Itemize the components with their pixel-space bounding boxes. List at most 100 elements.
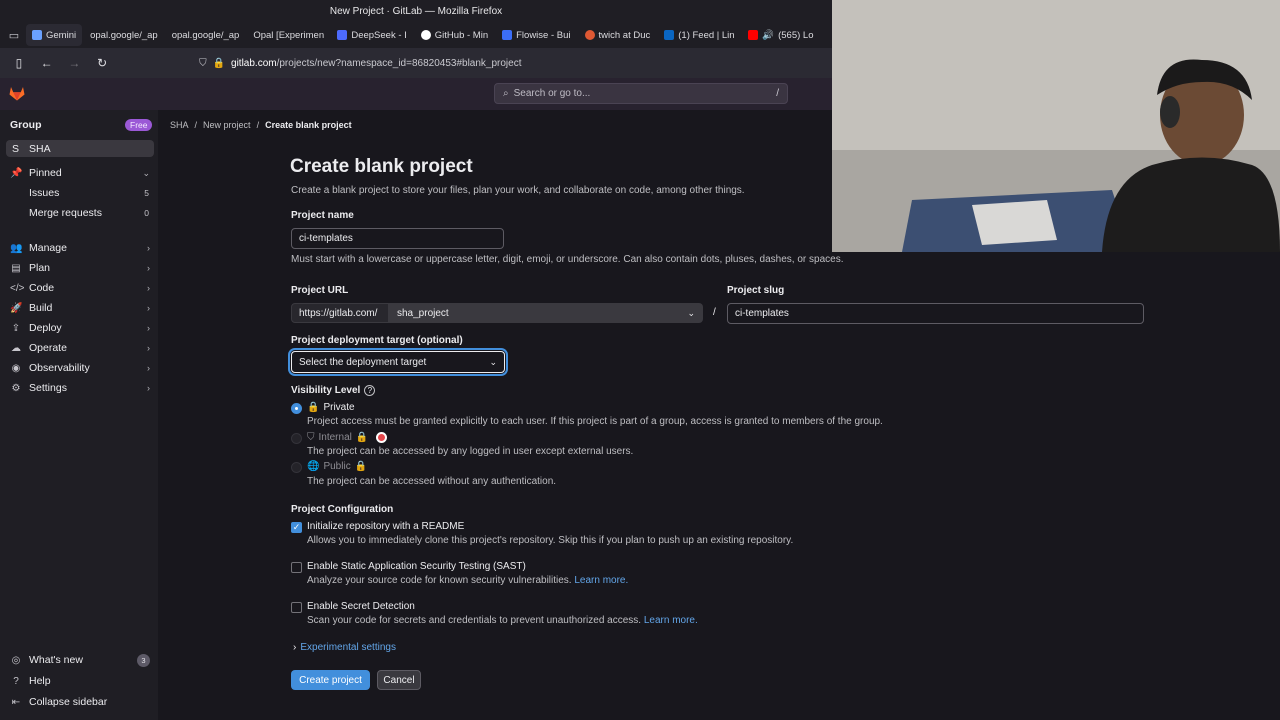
sidebar-item-code[interactable]: </> Code ›	[10, 280, 150, 296]
sast-option[interactable]: Enable Static Application Security Testi…	[307, 561, 526, 572]
linkedin-icon	[664, 30, 675, 40]
readme-option[interactable]: Initialize repository with a README	[307, 521, 464, 532]
sidebar-whats-new[interactable]: ◎ What's new 3	[10, 652, 150, 668]
sidebar-item-issues[interactable]: Issues 5	[29, 185, 149, 201]
namespace-select[interactable]: sha_project ⌄	[389, 303, 703, 323]
reload-icon[interactable]: ↻	[91, 52, 113, 74]
github-icon	[420, 30, 431, 40]
help-icon: ?	[13, 675, 19, 687]
readme-checkbox[interactable]: ✓	[291, 522, 302, 533]
eye-icon: ◉	[11, 362, 21, 374]
youtube-icon	[748, 30, 759, 40]
search-box[interactable]: ⌕ Search or go to... /	[494, 83, 788, 104]
deploy-target-label: Project deployment target (optional)	[291, 335, 463, 346]
collapse-icon: ⇤	[11, 696, 21, 708]
plan-icon: ▤	[11, 262, 21, 274]
browser-tab[interactable]: twich at Duc	[579, 24, 657, 46]
sidebar-item-build[interactable]: 🚀 Build ›	[10, 300, 150, 316]
browser-tab[interactable]: (1) Feed | Lin	[658, 24, 740, 46]
visibility-private-radio[interactable]	[291, 403, 302, 414]
sidebar-item-deploy[interactable]: ⇪ Deploy ›	[10, 320, 150, 336]
visibility-internal-option[interactable]: ⛉ Internal 🔒	[307, 432, 388, 443]
breadcrumb-item[interactable]: New project	[203, 120, 251, 130]
namespace-value: sha_project	[397, 307, 449, 319]
secret-detection-learn-more-link[interactable]: Learn more.	[644, 615, 698, 626]
browser-titlebar: New Project · GitLab — Mozilla Firefox	[0, 0, 832, 22]
lock-icon: 🔒	[355, 432, 369, 443]
search-placeholder: Search or go to...	[513, 88, 591, 99]
page-title: Create blank project	[290, 156, 473, 177]
chevron-right-icon: ›	[147, 243, 150, 253]
sidebar-item-merge-requests[interactable]: Merge requests 0	[29, 205, 149, 221]
project-name-help: Must start with a lowercase or uppercase…	[291, 254, 844, 265]
code-icon: </>	[10, 282, 25, 294]
browser-tab[interactable]: Flowise - Bui	[496, 24, 576, 46]
speaker-icon: 🔊	[762, 29, 775, 41]
plan-badge[interactable]: Free	[125, 119, 153, 131]
visibility-private-desc: Project access must be granted explicitl…	[307, 416, 883, 427]
browser-tab[interactable]: DeepSeek - I	[331, 24, 412, 46]
cancel-button[interactable]: Cancel	[377, 670, 421, 690]
project-slug-input[interactable]: ci-templates	[727, 303, 1144, 324]
lock-icon: 🔒	[307, 402, 320, 413]
breadcrumb-current: Create blank project	[265, 120, 352, 130]
context-avatar: S	[12, 142, 20, 155]
browser-tab[interactable]: 🔊 (565) Lo	[742, 24, 819, 46]
deploy-icon: ⇪	[11, 322, 21, 334]
sidebar-toggle-icon[interactable]: ▯	[8, 52, 30, 74]
browser-tab[interactable]: Opal [Experimen	[247, 24, 329, 46]
visibility-public-desc: The project can be accessed without any …	[307, 476, 557, 487]
sidebar-item-plan[interactable]: ▤ Plan ›	[10, 260, 150, 276]
visibility-internal-radio[interactable]	[291, 433, 302, 444]
chevron-right-icon: ›	[147, 363, 150, 373]
visibility-label: Visibility Level ?	[291, 385, 376, 396]
secret-detection-checkbox[interactable]	[291, 602, 302, 613]
chevron-right-icon: ›	[147, 303, 150, 313]
question-icon[interactable]: ?	[364, 385, 376, 396]
sidebar-collapse[interactable]: ⇤ Collapse sidebar	[10, 694, 150, 710]
sast-learn-more-link[interactable]: Learn more.	[574, 575, 628, 586]
sidebar-item-observability[interactable]: ◉ Observability ›	[10, 360, 150, 376]
secret-detection-option[interactable]: Enable Secret Detection	[307, 601, 415, 612]
chevron-right-icon: ›	[293, 642, 297, 653]
back-icon[interactable]: ←	[36, 52, 58, 74]
browser-tab[interactable]: opal.google/_ap	[84, 24, 164, 46]
sidebar-item-operate[interactable]: ☁ Operate ›	[10, 340, 150, 356]
url-path: /projects/new?namespace_id=86820453#blan…	[276, 57, 522, 69]
browser-tab[interactable]: Gemini	[26, 24, 83, 46]
search-icon: ⌕	[503, 88, 509, 99]
visibility-public-option[interactable]: 🌐 Public 🔒	[307, 461, 367, 472]
tab-overview-icon[interactable]: ▭	[4, 25, 24, 45]
forward-icon[interactable]: →	[64, 52, 86, 74]
chevron-right-icon: ›	[147, 263, 150, 273]
browser-tab[interactable]: GitHub - Min	[415, 24, 494, 46]
browser-tab[interactable]: opal.google/_ap	[166, 24, 246, 46]
sidebar-item-manage[interactable]: 👥 Manage ›	[10, 240, 150, 256]
visibility-internal-desc: The project can be accessed by any logge…	[307, 446, 634, 457]
sast-checkbox[interactable]	[291, 562, 302, 573]
gitlab-logo-icon[interactable]	[8, 84, 26, 102]
sidebar-group-label: Group	[10, 119, 42, 131]
sidebar-context-sha[interactable]: S SHA	[6, 140, 154, 157]
project-name-input[interactable]: ci-templates	[291, 228, 504, 249]
url-prefix: https://gitlab.com/	[291, 303, 389, 323]
experimental-settings-toggle[interactable]: › Experimental settings	[293, 642, 396, 653]
webcam-overlay	[832, 0, 1280, 252]
gear-icon: ⚙	[11, 382, 21, 394]
sidebar-item-settings[interactable]: ⚙ Settings ›	[10, 380, 150, 396]
merge-requests-count: 0	[144, 208, 149, 218]
chevron-down-icon: ⌄	[142, 167, 150, 178]
create-project-button[interactable]: Create project	[291, 670, 370, 690]
compass-icon: ◎	[11, 654, 21, 666]
breadcrumb-item[interactable]: SHA	[170, 120, 189, 130]
address-bar[interactable]: ⛉ 🔒 gitlab.com/projects/new?namespace_id…	[199, 52, 832, 74]
deploy-target-select[interactable]: Select the deployment target ⌄	[291, 351, 505, 373]
sidebar-help[interactable]: ? Help	[10, 673, 150, 689]
project-url-label: Project URL	[291, 285, 349, 296]
visibility-public-radio[interactable]	[291, 462, 302, 473]
sidebar-item-pinned[interactable]: 📌 Pinned ⌄	[10, 165, 150, 181]
rocket-icon: 🚀	[10, 302, 23, 314]
chevron-down-icon: ⌄	[687, 307, 695, 318]
visibility-private-option[interactable]: 🔒 Private	[307, 402, 355, 413]
gemini-icon	[32, 30, 42, 40]
